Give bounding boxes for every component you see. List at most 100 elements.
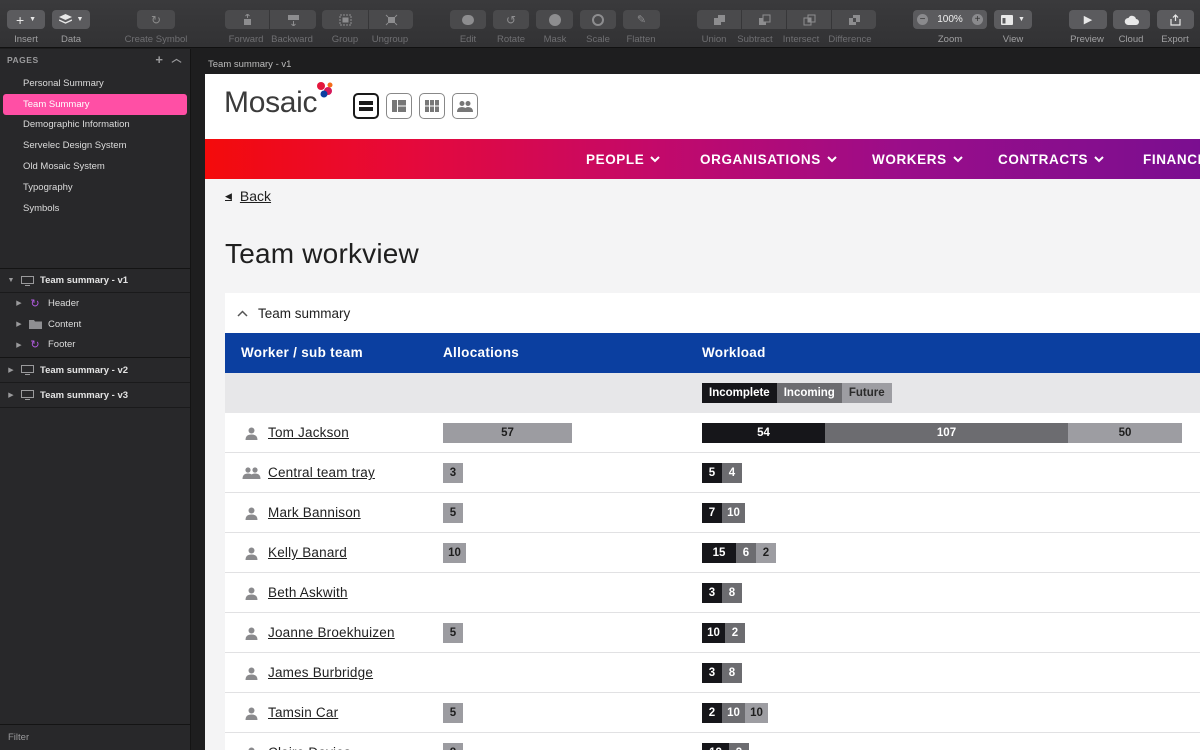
intersect-button[interactable]	[787, 10, 831, 29]
workload-incoming-segment[interactable]: 8	[722, 663, 742, 683]
zoom-control[interactable]: − 100% +	[913, 10, 987, 29]
workload-incomplete-segment[interactable]: 2	[702, 703, 722, 723]
mask-button[interactable]	[536, 10, 573, 29]
disclosure-open-icon[interactable]: ▼	[6, 277, 16, 284]
disclosure-closed-icon[interactable]: ▶	[14, 341, 24, 349]
disclosure-closed-icon[interactable]: ▶	[6, 366, 16, 374]
zoom-in-icon[interactable]: +	[971, 14, 983, 25]
workload-incomplete-segment[interactable]: 10	[702, 623, 725, 643]
back-link[interactable]: ◀ Back	[225, 188, 271, 204]
worker-name-link[interactable]: Joanne Broekhuizen	[268, 625, 395, 640]
allocation-bar[interactable]: 5	[443, 703, 463, 723]
workload-incoming-segment[interactable]: 10	[722, 703, 745, 723]
export-button[interactable]	[1157, 10, 1194, 29]
group-button[interactable]	[322, 10, 368, 29]
column-allocations[interactable]: Allocations	[443, 345, 519, 360]
insert-button[interactable]: + ▼	[7, 10, 45, 29]
add-page-icon[interactable]: +	[155, 53, 163, 66]
nav-workers[interactable]: WORKERS	[872, 139, 963, 179]
disclosure-closed-icon[interactable]: ▶	[6, 391, 16, 399]
page-item[interactable]: Servelec Design System	[3, 135, 187, 156]
grid-view-icon[interactable]	[419, 93, 445, 119]
workload-incomplete-segment[interactable]: 12	[702, 743, 729, 750]
workload-incoming-segment[interactable]: 4	[722, 463, 742, 483]
backward-button[interactable]	[270, 10, 316, 29]
layer-content[interactable]: ▶ Content	[0, 314, 190, 335]
single-view-icon[interactable]	[353, 93, 379, 119]
workload-incomplete-segment[interactable]: 3	[702, 583, 722, 603]
allocation-bar[interactable]: 57	[443, 423, 572, 443]
layer-artboard-v2[interactable]: ▶ Team summary - v2	[0, 358, 190, 384]
nav-contracts[interactable]: CONTRACTS	[998, 139, 1104, 179]
layer-header[interactable]: ▶ ↻ Header	[0, 293, 190, 314]
allocation-bar[interactable]: 5	[443, 503, 463, 523]
allocation-bar[interactable]: 10	[443, 543, 466, 563]
collapse-pages-icon[interactable]: ︿	[172, 53, 183, 66]
ungroup-button[interactable]	[369, 10, 413, 29]
worker-name-link[interactable]: Mark Bannison	[268, 505, 361, 520]
workload-incoming-segment[interactable]: 8	[722, 583, 742, 603]
layer-artboard-v1[interactable]: ▼ Team summary - v1	[0, 269, 190, 293]
layer-footer[interactable]: ▶ ↻ Footer	[0, 335, 190, 356]
worker-name-link[interactable]: Tamsin Car	[268, 705, 338, 720]
workload-future-segment[interactable]: 50	[1068, 423, 1182, 443]
flatten-button[interactable]: ✎	[623, 10, 660, 29]
create-symbol-button[interactable]: ↻	[137, 10, 175, 29]
nav-finance[interactable]: FINANCE	[1143, 139, 1200, 179]
workload-incoming-segment[interactable]: 10	[722, 503, 745, 523]
worker-name-link[interactable]: Beth Askwith	[268, 585, 348, 600]
workload-incomplete-segment[interactable]: 3	[702, 663, 722, 683]
forward-button[interactable]	[225, 10, 269, 29]
allocation-bar[interactable]: 8	[443, 743, 463, 750]
worker-name-link[interactable]: Kelly Banard	[268, 545, 347, 560]
column-worker[interactable]: Worker / sub team	[241, 345, 363, 360]
mosaic-logo[interactable]: Mosaic	[224, 86, 318, 120]
worker-name-link[interactable]: Central team tray	[268, 465, 375, 480]
workload-incoming-segment[interactable]: 2	[725, 623, 745, 643]
worker-name-link[interactable]: Tom Jackson	[268, 425, 349, 440]
disclosure-closed-icon[interactable]: ▶	[14, 320, 24, 328]
workload-future-segment[interactable]: 2	[756, 543, 776, 563]
allocation-bar[interactable]: 5	[443, 623, 463, 643]
data-button[interactable]: ▼	[52, 10, 90, 29]
view-button[interactable]: ▼	[994, 10, 1032, 29]
worker-name-link[interactable]: Claire Davies	[268, 745, 351, 750]
union-button[interactable]	[697, 10, 741, 29]
worker-name-link[interactable]: James Burbridge	[268, 665, 373, 680]
workload-incomplete-segment[interactable]: 15	[702, 543, 736, 563]
rotate-button[interactable]: ↺	[493, 10, 529, 29]
page-item[interactable]: Typography	[3, 177, 187, 198]
page-item[interactable]: Personal Summary	[3, 73, 187, 94]
page-item-active[interactable]: Team Summary	[3, 93, 187, 115]
edit-button[interactable]	[450, 10, 486, 29]
zoom-out-icon[interactable]: −	[917, 14, 928, 25]
layer-artboard-v3[interactable]: ▶ Team summary - v3	[0, 383, 190, 409]
workload-incomplete-segment[interactable]: 5	[702, 463, 722, 483]
filter-bar[interactable]: Filter	[0, 724, 191, 750]
page-item[interactable]: Symbols	[3, 198, 187, 219]
canvas[interactable]: Team summary - v1 Mosaic PEOPLE ORGANISA…	[192, 49, 1200, 750]
column-workload[interactable]: Workload	[702, 345, 766, 360]
split-view-icon[interactable]	[386, 93, 412, 119]
nav-organisations[interactable]: ORGANISATIONS	[700, 139, 837, 179]
cloud-button[interactable]	[1113, 10, 1150, 29]
team-summary-toggle[interactable]: Team summary	[225, 293, 1200, 333]
page-item[interactable]: Old Mosaic System	[3, 156, 187, 177]
scale-button[interactable]	[580, 10, 616, 29]
preview-button[interactable]: ▶	[1069, 10, 1107, 29]
workload-incomplete-segment[interactable]: 7	[702, 503, 722, 523]
page-item[interactable]: Demographic Information	[3, 115, 187, 136]
workload-future-segment[interactable]: 10	[745, 703, 768, 723]
workload-incoming-segment[interactable]: 6	[736, 543, 756, 563]
layer-label: Content	[48, 318, 82, 330]
workload-incoming-segment[interactable]: 107	[825, 423, 1068, 443]
team-view-icon[interactable]	[452, 93, 478, 119]
workload-incomplete-segment[interactable]: 54	[702, 423, 825, 443]
artboard-label[interactable]: Team summary - v1	[208, 59, 291, 70]
nav-people[interactable]: PEOPLE	[586, 139, 661, 179]
allocation-bar[interactable]: 3	[443, 463, 463, 483]
disclosure-closed-icon[interactable]: ▶	[14, 299, 24, 307]
difference-button[interactable]	[832, 10, 876, 29]
subtract-button[interactable]	[742, 10, 786, 29]
workload-incoming-segment[interactable]: 3	[729, 743, 749, 750]
